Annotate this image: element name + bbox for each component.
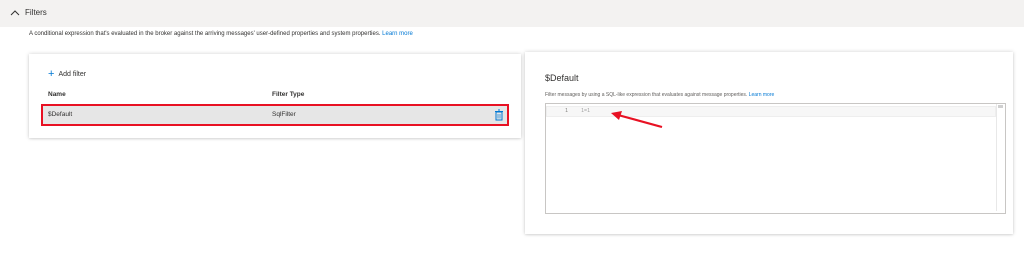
section-description-text: A conditional expression that's evaluate… bbox=[29, 31, 381, 37]
column-header-filter-type: Filter Type bbox=[272, 91, 305, 98]
filter-detail-card: $Default Filter messages by using a SQL-… bbox=[525, 52, 1013, 234]
section-learn-more-link[interactable]: Learn more bbox=[382, 31, 413, 37]
filter-detail-title: $Default bbox=[545, 73, 579, 83]
sql-expression-code[interactable]: 1=1 bbox=[581, 108, 590, 114]
add-filter-button[interactable]: + Add filter bbox=[48, 68, 87, 80]
row-name-cell: $Default bbox=[48, 111, 73, 118]
filters-section-header[interactable]: Filters bbox=[0, 0, 1024, 27]
trash-icon[interactable] bbox=[494, 109, 504, 121]
plus-icon: + bbox=[48, 68, 55, 80]
editor-scrollbar[interactable] bbox=[996, 104, 1004, 211]
add-filter-label: Add filter bbox=[58, 70, 87, 78]
editor-scrollbar-thumb[interactable] bbox=[998, 105, 1003, 108]
chevron-up-icon[interactable] bbox=[10, 9, 20, 17]
detail-learn-more-link[interactable]: Learn more bbox=[749, 92, 775, 98]
sql-expression-editor[interactable]: 1 1=1 bbox=[545, 103, 1006, 214]
filter-detail-description-text: Filter messages by using a SQL-like expr… bbox=[545, 92, 748, 98]
row-filter-type-cell: SqlFilter bbox=[272, 111, 296, 118]
table-row[interactable]: $Default SqlFilter bbox=[41, 104, 509, 126]
section-description: A conditional expression that's evaluate… bbox=[29, 31, 413, 37]
editor-current-line bbox=[546, 106, 996, 117]
column-header-name: Name bbox=[48, 91, 66, 98]
filters-list-card: + Add filter Name Filter Type $Default S… bbox=[29, 54, 521, 138]
section-title: Filters bbox=[25, 8, 47, 17]
filter-detail-description: Filter messages by using a SQL-like expr… bbox=[545, 92, 774, 98]
line-number: 1 bbox=[565, 108, 569, 114]
